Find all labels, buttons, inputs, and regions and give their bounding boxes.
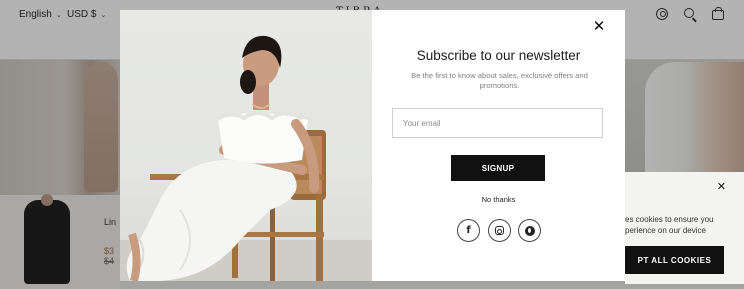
newsletter-modal: ✕ Subscribe to our newsletter Be the fir… xyxy=(120,10,625,281)
pinterest-glyph xyxy=(524,225,535,236)
modal-title: Subscribe to our newsletter xyxy=(416,48,581,63)
newsletter-form-panel: ✕ Subscribe to our newsletter Be the fir… xyxy=(372,10,625,281)
model-in-white-dress-image xyxy=(120,35,372,281)
cookie-text: es cookies to ensure you perience on our… xyxy=(625,214,744,236)
close-icon[interactable]: ✕ xyxy=(591,19,607,35)
modal-subtitle: Be the first to know about sales, exclus… xyxy=(411,71,588,90)
modal-photo xyxy=(120,10,372,281)
facebook-icon[interactable]: f xyxy=(457,219,480,242)
signup-button[interactable]: SIGNUP xyxy=(451,155,545,181)
cookie-text-line: perience on our device xyxy=(625,226,706,235)
accept-cookies-button[interactable]: PT ALL COOKIES xyxy=(625,246,724,274)
email-field[interactable] xyxy=(392,108,603,138)
cookie-close-icon[interactable]: ✕ xyxy=(717,180,726,193)
facebook-glyph: f xyxy=(466,225,471,236)
pinterest-icon[interactable] xyxy=(518,219,541,242)
instagram-glyph xyxy=(494,226,504,235)
instagram-icon[interactable] xyxy=(487,219,511,242)
social-links: f xyxy=(457,219,541,243)
cookie-banner: ✕ es cookies to ensure you perience on o… xyxy=(625,172,744,284)
cookie-text-line: es cookies to ensure you xyxy=(625,215,714,224)
no-thanks-link[interactable]: No thanks xyxy=(372,195,625,204)
